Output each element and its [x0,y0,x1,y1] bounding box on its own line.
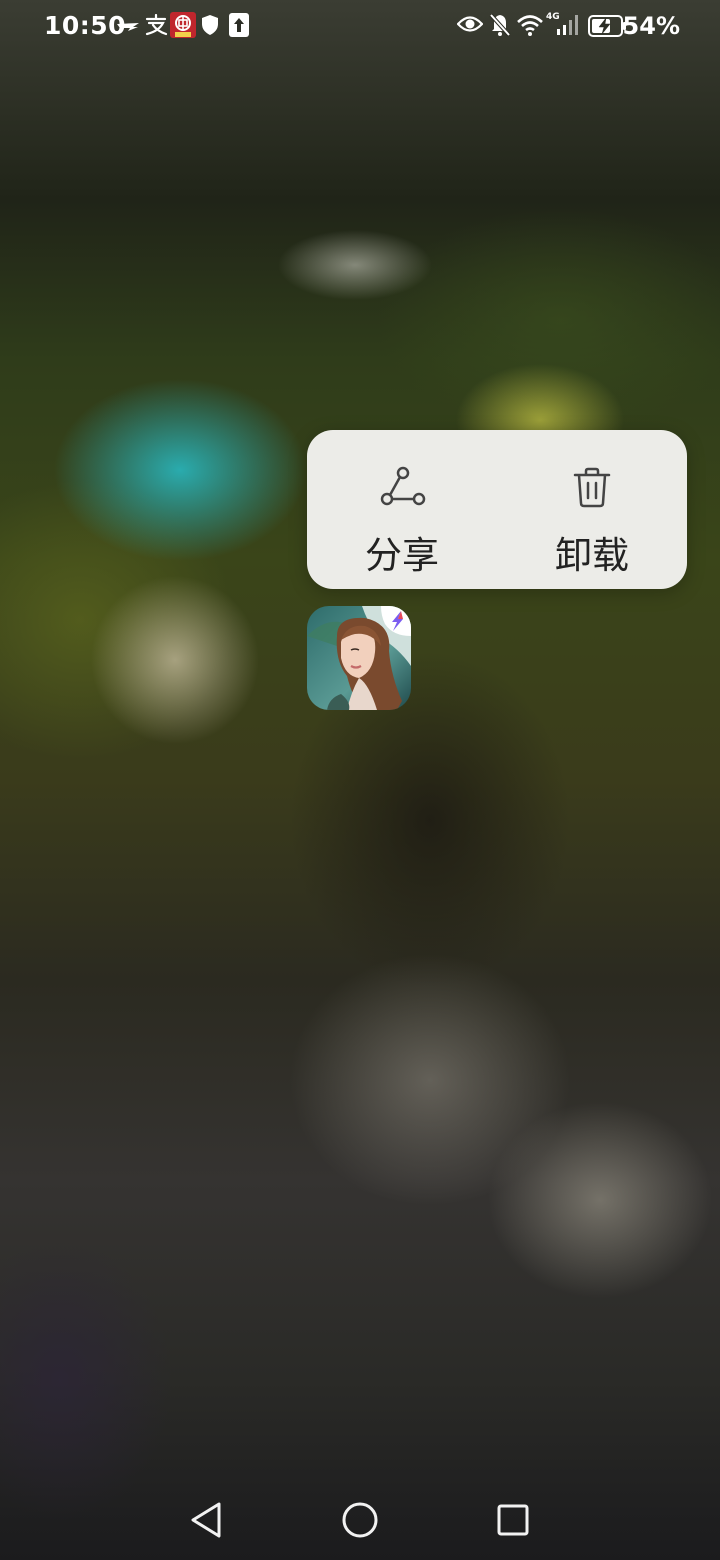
trash-icon [573,467,611,508]
selected-app-icon[interactable] [307,606,411,710]
share-button[interactable]: 分享 [307,430,497,589]
home-icon [342,1502,378,1538]
navigation-bar [0,1480,720,1560]
home-screen-blurred: 10:50 4G 54% 分享 卸载 [0,0,720,1560]
bell-muted-icon [489,13,511,41]
shield-icon [201,14,219,40]
home-button[interactable] [341,1498,379,1546]
uninstall-button[interactable]: 卸载 [497,430,687,589]
wing-icon [116,18,140,37]
app-shortcut-menu: 分享 卸载 [307,430,687,589]
back-icon [191,1502,221,1538]
alipay-icon [144,13,168,40]
uninstall-label: 卸载 [555,534,629,577]
wifi-icon [516,13,544,41]
recents-icon [497,1504,529,1536]
back-button[interactable] [189,1498,223,1546]
battery-percent: 54% [622,12,680,40]
status-bar: 10:50 4G 54% [0,0,720,54]
share-icon [380,466,426,506]
signal-icon [556,14,580,40]
lightning-badge-icon [381,606,411,636]
clock: 10:50 [44,11,127,40]
recents-button[interactable] [496,1498,530,1546]
share-label: 分享 [365,534,439,577]
bank-app-icon [170,12,196,42]
eye-icon [456,15,484,37]
upload-icon [229,13,249,41]
